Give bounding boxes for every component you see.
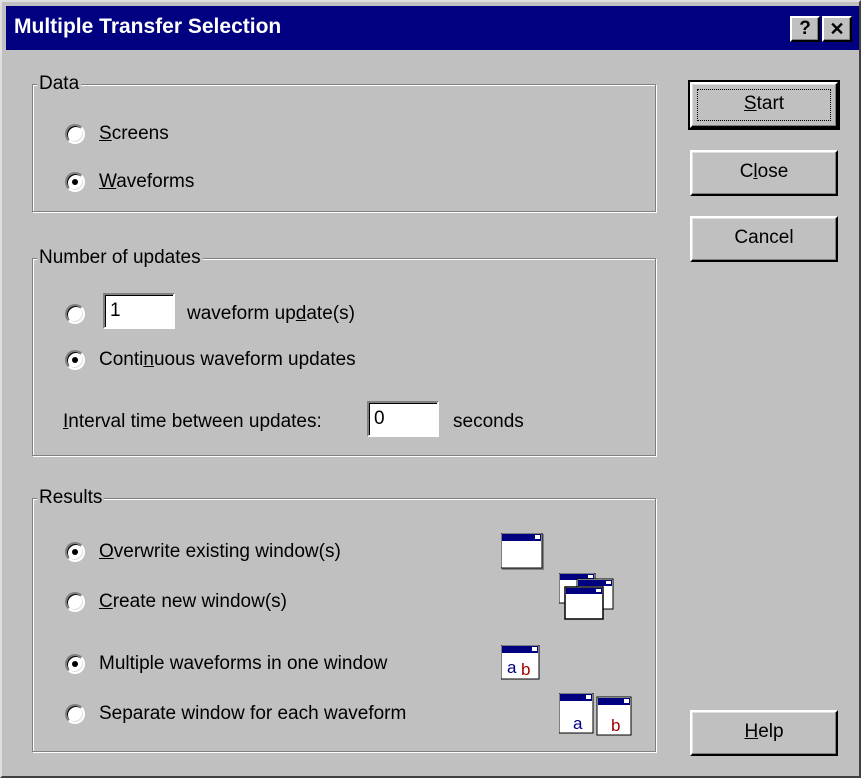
multiple-waveforms-one-window-icon: a b (501, 645, 540, 680)
multiple-waveforms-radio[interactable]: Multiple waveforms in one window (65, 651, 387, 677)
separate-windows-icon: a b (559, 693, 632, 736)
close-button-label: Close (739, 161, 789, 182)
icon-letter-b-separate: b (611, 716, 620, 735)
start-button[interactable]: Start (688, 80, 840, 130)
multiple-windows-icon (559, 573, 614, 620)
update-count-radio[interactable] (65, 301, 99, 327)
separate-window-label: Separate window for each waveform (99, 703, 407, 724)
single-window-icon (501, 533, 544, 570)
update-count-label: waveform update(s) (187, 303, 355, 324)
screens-label: Screens (99, 123, 169, 144)
create-new-label: Create new window(s) (99, 591, 287, 612)
help-button-label: Help (744, 721, 784, 742)
close-icon: ✕ (829, 19, 845, 39)
multiple-waveforms-radio-button[interactable] (65, 654, 85, 674)
results-group: Results Overwrite existing window(s) Cre… (32, 486, 656, 752)
create-new-radio[interactable]: Create new window(s) (65, 589, 287, 615)
waveforms-label: Waveforms (99, 171, 195, 192)
update-count-radio-button[interactable] (65, 304, 85, 324)
screens-radio[interactable]: Screens (65, 121, 169, 147)
overwrite-radio[interactable]: Overwrite existing window(s) (65, 539, 341, 565)
screens-radio-button[interactable] (65, 124, 85, 144)
continuous-label: Continuous waveform updates (99, 349, 356, 370)
focus-rectangle (697, 89, 831, 121)
help-button[interactable]: Help (690, 710, 838, 756)
cancel-button[interactable]: Cancel (690, 216, 838, 262)
continuous-radio-button[interactable] (65, 350, 85, 370)
interval-field[interactable]: 0 (367, 401, 439, 437)
waveforms-radio-button[interactable] (65, 172, 85, 192)
question-mark-icon: ? (799, 18, 811, 39)
title-bar[interactable]: Multiple Transfer Selection ? ✕ (6, 6, 859, 50)
waveforms-radio[interactable]: Waveforms (65, 169, 194, 195)
overwrite-radio-button[interactable] (65, 542, 85, 562)
icon-letter-a: a (507, 658, 517, 677)
updates-group: Number of updates 1 waveform update(s) C… (32, 246, 656, 456)
continuous-radio[interactable]: Continuous waveform updates (65, 347, 356, 373)
close-window-button[interactable]: ✕ (822, 16, 852, 42)
help-context-button[interactable]: ? (790, 16, 820, 42)
data-group: Data Screens Waveforms (32, 72, 656, 212)
update-count-field[interactable]: 1 (103, 293, 175, 329)
interval-unit: seconds (453, 411, 524, 432)
interval-label: Interval time between updates: (63, 411, 322, 432)
create-new-radio-button[interactable] (65, 592, 85, 612)
close-button[interactable]: Close (690, 150, 838, 196)
icon-letter-a-separate: a (573, 714, 583, 733)
icon-letter-b: b (521, 660, 530, 679)
results-group-legend: Results (37, 486, 105, 510)
window-title: Multiple Transfer Selection (14, 15, 282, 38)
multiple-waveforms-label: Multiple waveforms in one window (99, 653, 388, 674)
separate-window-radio[interactable]: Separate window for each waveform (65, 701, 406, 727)
separate-window-radio-button[interactable] (65, 704, 85, 724)
updates-group-legend: Number of updates (37, 246, 203, 270)
overwrite-label: Overwrite existing window(s) (99, 541, 341, 562)
data-group-legend: Data (37, 72, 82, 96)
dialog-window: Multiple Transfer Selection ? ✕ Data Scr… (0, 0, 861, 778)
